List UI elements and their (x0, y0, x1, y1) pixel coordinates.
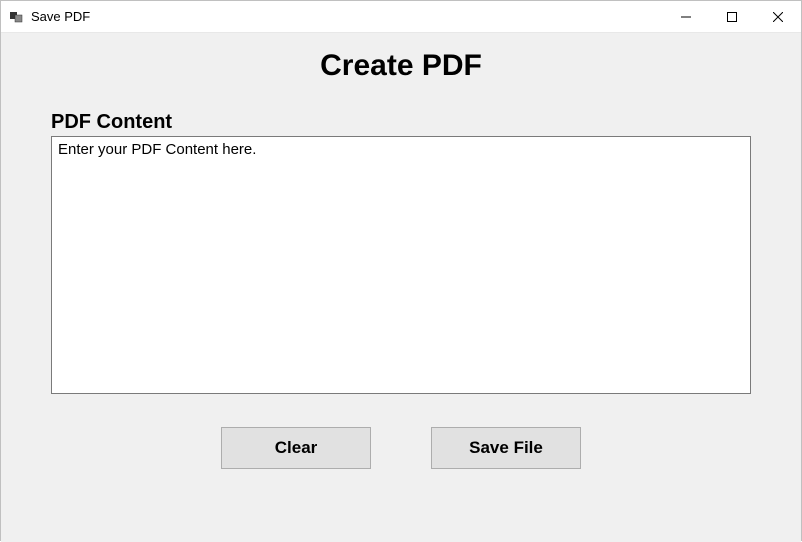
maximize-icon (727, 12, 737, 22)
app-icon (9, 9, 25, 25)
minimize-button[interactable] (663, 1, 709, 33)
window-title: Save PDF (31, 9, 90, 24)
maximize-button[interactable] (709, 1, 755, 33)
close-button[interactable] (755, 1, 801, 33)
pdf-content-input[interactable] (51, 136, 751, 394)
titlebar: Save PDF (1, 1, 801, 33)
close-icon (773, 12, 783, 22)
client-area: Create PDF PDF Content Clear Save File (1, 33, 801, 542)
minimize-icon (681, 12, 691, 22)
clear-button[interactable]: Clear (221, 427, 371, 469)
window-controls (663, 1, 801, 32)
page-heading: Create PDF (1, 49, 801, 83)
save-file-button[interactable]: Save File (431, 427, 581, 469)
content-label: PDF Content (51, 111, 801, 134)
button-row: Clear Save File (1, 427, 801, 469)
